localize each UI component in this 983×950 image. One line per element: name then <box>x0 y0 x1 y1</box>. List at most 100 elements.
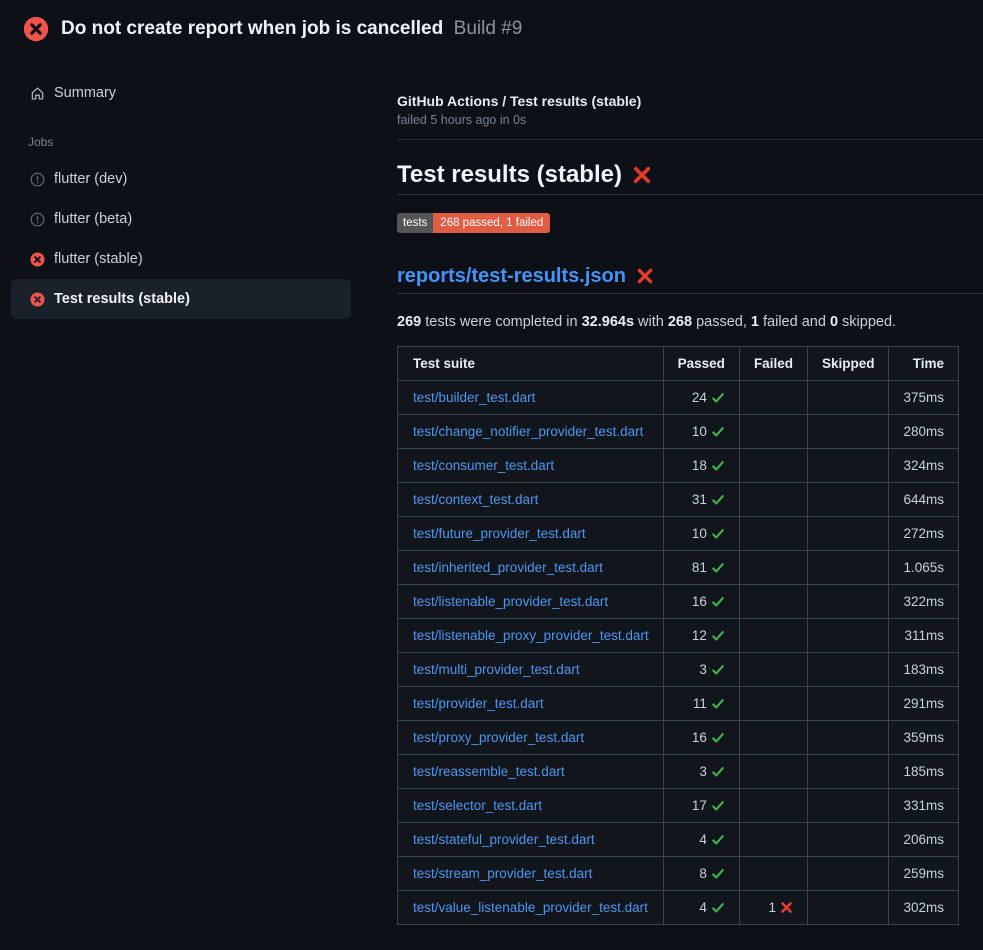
test-suite-link[interactable]: test/consumer_test.dart <box>413 458 554 473</box>
test-suite-link[interactable]: test/value_listenable_provider_test.dart <box>413 900 648 915</box>
cell-skipped <box>807 687 889 721</box>
stop-icon <box>30 172 45 187</box>
column-header-failed: Failed <box>739 347 807 381</box>
cell-failed-value: 1 <box>768 900 793 915</box>
cell-passed: 81 <box>663 551 739 585</box>
cell-time: 272ms <box>889 517 959 551</box>
report-heading: reports/test-results.json <box>397 264 983 294</box>
cell-failed <box>739 857 807 891</box>
cell-time: 311ms <box>889 619 959 653</box>
check-icon <box>711 391 725 405</box>
table-row: test/value_listenable_provider_test.dart… <box>398 891 959 925</box>
cell-time: 206ms <box>889 823 959 857</box>
cell-passed-value: 8 <box>699 866 725 881</box>
table-row: test/provider_test.dart 11 291ms <box>398 687 959 721</box>
table-row: test/context_test.dart31644ms <box>398 483 959 517</box>
cell-failed <box>739 721 807 755</box>
test-suite-link[interactable]: test/stateful_provider_test.dart <box>413 832 595 847</box>
test-suite-link[interactable]: test/future_provider_test.dart <box>413 526 586 541</box>
table-row: test/change_notifier_provider_test.dart1… <box>398 415 959 449</box>
test-suite-link[interactable]: test/multi_provider_test.dart <box>413 662 580 677</box>
cell-test-suite: test/value_listenable_provider_test.dart <box>398 891 664 925</box>
cell-passed-value: 17 <box>692 798 725 813</box>
test-suite-link[interactable]: test/builder_test.dart <box>413 390 535 405</box>
sidebar-item-flutter-beta[interactable]: flutter (beta) <box>11 199 351 239</box>
cell-passed: 16 <box>663 721 739 755</box>
cell-passed: 4 <box>663 823 739 857</box>
cell-skipped <box>807 551 889 585</box>
sidebar-item-flutter-stable[interactable]: flutter (stable) <box>11 239 351 279</box>
cell-failed <box>739 789 807 823</box>
cell-passed-value: 11 <box>693 696 725 711</box>
table-row: test/inherited_provider_test.dart811.065… <box>398 551 959 585</box>
cell-skipped <box>807 823 889 857</box>
cell-time: 331ms <box>889 789 959 823</box>
report-file-link[interactable]: reports/test-results.json <box>397 264 626 288</box>
test-suite-link[interactable]: test/inherited_provider_test.dart <box>413 560 603 575</box>
cell-failed: 1 <box>739 891 807 925</box>
cell-passed: 12 <box>663 619 739 653</box>
cell-test-suite: test/change_notifier_provider_test.dart <box>398 415 664 449</box>
cell-passed-value: 16 <box>692 730 725 745</box>
test-suite-link[interactable]: test/reassemble_test.dart <box>413 764 565 779</box>
table-row: test/multi_provider_test.dart3183ms <box>398 653 959 687</box>
test-suite-link[interactable]: test/listenable_provider_test.dart <box>413 594 608 609</box>
cell-failed <box>739 687 807 721</box>
cell-time: 375ms <box>889 381 959 415</box>
page-title: Do not create report when job is cancell… <box>61 18 443 39</box>
table-row: test/proxy_provider_test.dart 16 359ms <box>398 721 959 755</box>
cell-passed: 24 <box>663 381 739 415</box>
check-icon <box>711 561 725 575</box>
cell-skipped <box>807 619 889 653</box>
cell-test-suite: test/stateful_provider_test.dart <box>398 823 664 857</box>
cell-passed: 4 <box>663 891 739 925</box>
cell-passed: 18 <box>663 449 739 483</box>
cell-time: 359ms <box>889 721 959 755</box>
summary-label: Summary <box>54 85 116 101</box>
check-icon <box>711 629 725 643</box>
sidebar-item-summary[interactable]: Summary <box>0 77 380 109</box>
cell-time: 291ms <box>889 687 959 721</box>
test-suite-link[interactable]: test/provider_test.dart <box>413 696 544 711</box>
test-suite-link[interactable]: test/selector_test.dart <box>413 798 542 813</box>
check-icon <box>711 697 725 711</box>
job-label: flutter (beta) <box>54 211 132 227</box>
badge-label: tests <box>397 213 433 233</box>
cell-failed <box>739 381 807 415</box>
table-row: test/reassemble_test.dart3185ms <box>398 755 959 789</box>
home-icon <box>30 86 45 101</box>
cell-skipped <box>807 653 889 687</box>
cell-test-suite: test/proxy_provider_test.dart <box>398 721 664 755</box>
job-label: flutter (stable) <box>54 251 143 267</box>
test-suite-link[interactable]: test/listenable_proxy_provider_test.dart <box>413 628 649 643</box>
cell-failed <box>739 619 807 653</box>
cell-passed-value: 16 <box>692 594 725 609</box>
cell-passed-value: 24 <box>692 390 725 405</box>
cell-passed-value: 4 <box>699 832 725 847</box>
check-icon <box>711 493 725 507</box>
cell-passed: 8 <box>663 857 739 891</box>
cell-skipped <box>807 755 889 789</box>
cell-test-suite: test/selector_test.dart <box>398 789 664 823</box>
check-icon <box>711 833 725 847</box>
sidebar-item-flutter-dev[interactable]: flutter (dev) <box>11 159 351 199</box>
summary-segment: 32.964s <box>582 314 634 330</box>
test-suite-link[interactable]: test/stream_provider_test.dart <box>413 866 592 881</box>
test-suite-link[interactable]: test/context_test.dart <box>413 492 538 507</box>
sidebar: Summary Jobs flutter (dev) flutter (beta… <box>0 57 380 925</box>
cell-passed-value: 12 <box>692 628 725 643</box>
cross-mark-icon <box>632 165 652 185</box>
cell-passed-value: 4 <box>699 900 725 915</box>
jobs-list: flutter (dev) flutter (beta) flutter (st… <box>0 159 380 319</box>
table-row: test/stream_provider_test.dart8259ms <box>398 857 959 891</box>
sidebar-item-test-results-stable[interactable]: Test results (stable) <box>11 279 351 319</box>
tests-summary-text: 269 tests were completed in 32.964s with… <box>397 314 983 330</box>
table-row: test/selector_test.dart 17 331ms <box>398 789 959 823</box>
test-suite-link[interactable]: test/change_notifier_provider_test.dart <box>413 424 643 439</box>
cell-passed-value: 18 <box>692 458 725 473</box>
cell-test-suite: test/builder_test.dart <box>398 381 664 415</box>
cell-time: 280ms <box>889 415 959 449</box>
cell-skipped <box>807 517 889 551</box>
cell-time: 644ms <box>889 483 959 517</box>
test-suite-link[interactable]: test/proxy_provider_test.dart <box>413 730 584 745</box>
